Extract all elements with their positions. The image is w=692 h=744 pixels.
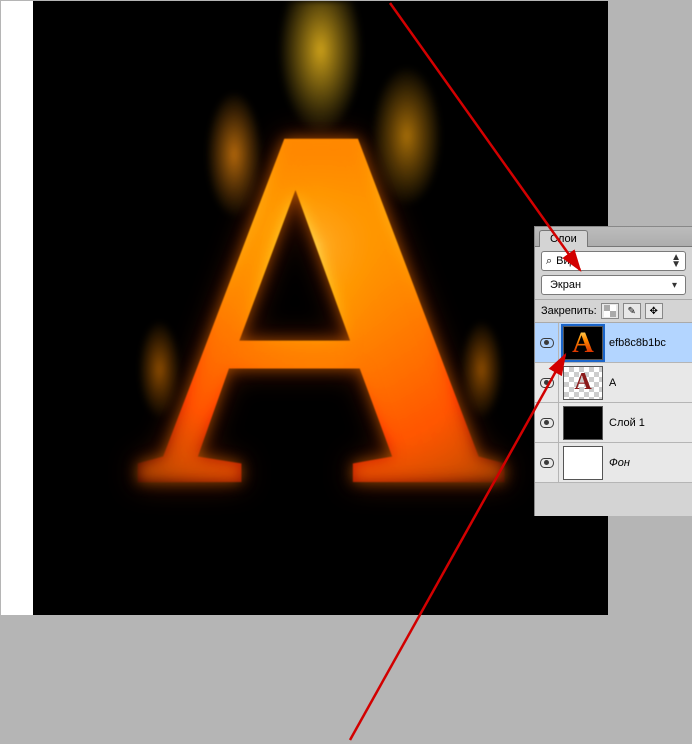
blend-mode-value: Экран	[550, 279, 581, 291]
visibility-toggle[interactable]	[535, 443, 559, 482]
lock-pixels-button[interactable]: ✎	[623, 303, 641, 319]
canvas-image[interactable]: A	[33, 1, 608, 615]
layer-thumbnail[interactable]	[563, 406, 603, 440]
layer-row[interactable]: Фон	[535, 443, 692, 483]
flame-glow-overlay	[33, 1, 608, 615]
search-icon: ⌕	[546, 255, 552, 268]
stepper-arrows-icon: ▲▼	[671, 254, 681, 268]
layers-panel: Слои ⌕ Вид ▲▼ Экран ▾ Закрепить: ✎ ✥ A	[534, 226, 692, 516]
layer-row[interactable]: A efb8c8b1bc	[535, 323, 692, 363]
layer-name-label[interactable]: A	[609, 377, 616, 389]
visibility-toggle[interactable]	[535, 403, 559, 442]
thumbnail-letter-icon: A	[574, 369, 591, 396]
tab-layers[interactable]: Слои	[539, 230, 588, 247]
eye-icon	[540, 418, 554, 428]
visibility-toggle[interactable]	[535, 363, 559, 402]
layer-filter-row: ⌕ Вид ▲▼	[535, 247, 692, 275]
filter-label: Вид	[556, 255, 576, 267]
lock-position-button[interactable]: ✥	[645, 303, 663, 319]
move-icon: ✥	[650, 306, 658, 317]
layer-name-label[interactable]: efb8c8b1bc	[609, 337, 666, 349]
layer-filter-select[interactable]: ⌕ Вид ▲▼	[541, 251, 686, 271]
visibility-toggle[interactable]	[535, 323, 559, 362]
lock-label: Закрепить:	[541, 305, 597, 317]
layer-thumbnail[interactable]	[563, 446, 603, 480]
layer-name-label[interactable]: Фон	[609, 457, 630, 469]
layer-name-label[interactable]: Слой 1	[609, 417, 645, 429]
blend-mode-row: Экран ▾	[535, 275, 692, 299]
eye-icon	[540, 378, 554, 388]
eye-icon	[540, 458, 554, 468]
lock-row: Закрепить: ✎ ✥	[535, 299, 692, 323]
blend-mode-select[interactable]: Экран ▾	[541, 275, 686, 295]
chevron-down-icon: ▾	[672, 280, 677, 291]
transparency-icon	[604, 305, 616, 317]
canvas-area: A	[1, 1, 608, 615]
layer-row[interactable]: Слой 1	[535, 403, 692, 443]
layer-thumbnail[interactable]: A	[563, 326, 603, 360]
layer-thumbnail[interactable]: A	[563, 366, 603, 400]
thumbnail-fire-icon: A	[572, 326, 594, 360]
layer-row[interactable]: A A	[535, 363, 692, 403]
panel-tab-bar: Слои	[535, 227, 692, 247]
layer-list: A efb8c8b1bc A A Слой 1 Фон	[535, 323, 692, 483]
lock-transparent-button[interactable]	[601, 303, 619, 319]
eye-icon	[540, 338, 554, 348]
brush-icon: ✎	[628, 306, 636, 317]
